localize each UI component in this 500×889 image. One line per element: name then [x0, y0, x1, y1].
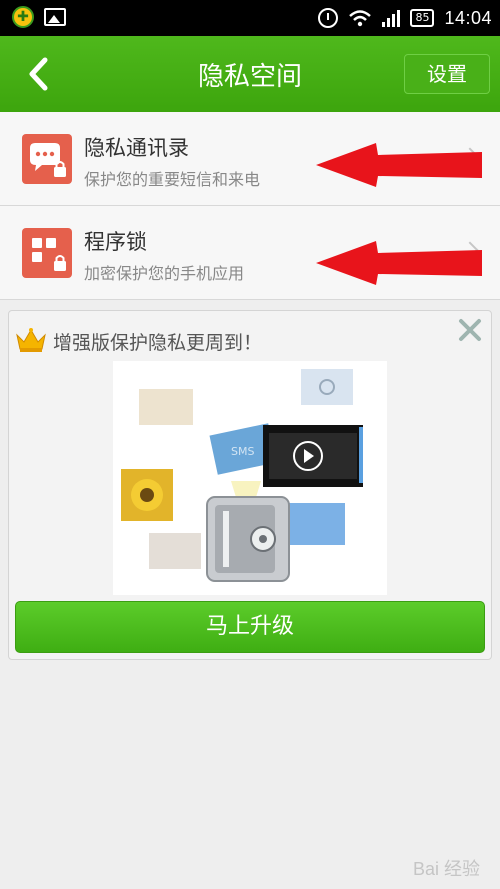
- item-title: 隐私通讯录: [84, 136, 189, 160]
- watermark: Bai 经验: [412, 859, 480, 879]
- clock: 14:04: [444, 7, 492, 28]
- settings-button[interactable]: 设置: [404, 54, 490, 94]
- red-arrow-annotation: [316, 143, 482, 187]
- signal-icon: [382, 9, 401, 27]
- app-notification-icon: ✚: [12, 6, 34, 28]
- promo-text: 增强版保护隐私更周到！: [53, 332, 263, 354]
- alarm-icon: [318, 8, 339, 28]
- list-item-app-lock[interactable]: 程序锁 加密保护您的手机应用: [0, 206, 500, 300]
- promo-illustration: SMS: [113, 361, 387, 595]
- app-header: 隐私空间 设置: [0, 36, 500, 112]
- battery-indicator: 85: [410, 9, 435, 27]
- image-notification-icon: [44, 8, 66, 26]
- svg-text:SMS: SMS: [231, 445, 254, 458]
- item-subtitle: 加密保护您的手机应用: [84, 264, 245, 283]
- crown-icon: [16, 328, 46, 352]
- red-arrow-annotation: [316, 241, 482, 285]
- item-title: 程序锁: [84, 230, 147, 254]
- close-icon[interactable]: [457, 317, 483, 343]
- list-item-private-contacts[interactable]: 隐私通讯录 保护您的重要短信和来电: [0, 112, 500, 206]
- app-lock-icon: [22, 228, 72, 278]
- item-subtitle: 保护您的重要短信和来电: [84, 170, 261, 189]
- promo-card: 增强版保护隐私更周到！ SMS 马上升级: [8, 310, 492, 660]
- upgrade-button[interactable]: 马上升级: [15, 601, 485, 653]
- status-bar: ✚ 85 14:04: [0, 0, 500, 36]
- wifi-icon: [348, 9, 372, 27]
- private-contacts-icon: [22, 134, 72, 184]
